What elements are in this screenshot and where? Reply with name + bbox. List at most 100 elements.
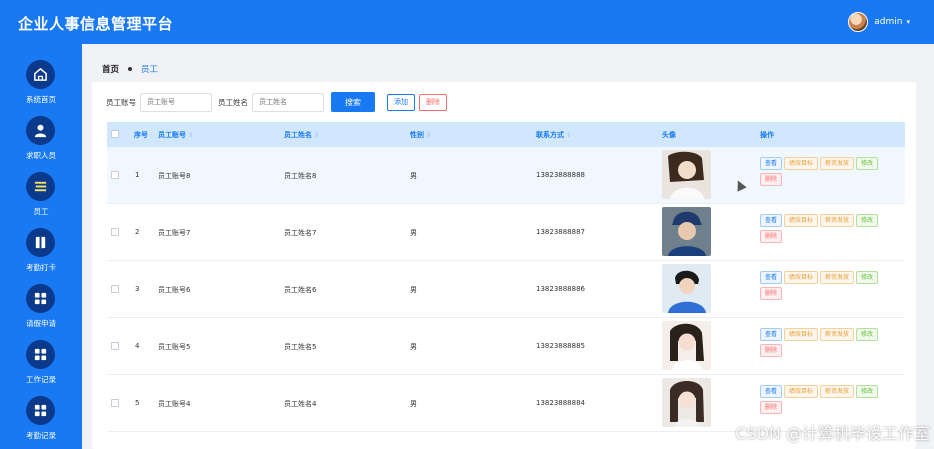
cell-name: 员工姓名7 xyxy=(284,229,317,237)
cell-name: 员工姓名6 xyxy=(284,286,317,294)
row-actions: 查看 绩效目标 薪资发放 修改 删除 xyxy=(760,214,910,246)
cell-gender: 男 xyxy=(410,229,417,237)
table-row[interactable]: 2 员工账号7 员工姓名7 男 13823888887 查看 绩效目标 薪资发放 修改… xyxy=(107,204,905,261)
view-button[interactable]: 查看 xyxy=(760,385,783,398)
cell-phone: 13823888887 xyxy=(536,228,585,236)
sidebar-item-attendance-checkin[interactable]: 考勤打卡 xyxy=(0,222,82,278)
grid-icon xyxy=(34,292,47,305)
cell-gender: 男 xyxy=(410,286,417,294)
salary-payment-button[interactable]: 薪资发放 xyxy=(820,385,855,398)
delete-button[interactable]: 删除 xyxy=(760,344,783,357)
employee-photo xyxy=(662,378,711,427)
user-menu[interactable]: admin ▾ xyxy=(848,12,910,32)
sidebar-item-attendance-record[interactable]: 考勤记录 xyxy=(0,390,82,446)
view-button[interactable]: 查看 xyxy=(760,214,783,227)
sort-icon: ⇕ xyxy=(426,132,432,139)
sidebar-item-employee[interactable]: 员工 xyxy=(0,166,82,222)
cell-index: 1 xyxy=(135,171,140,179)
row-checkbox[interactable] xyxy=(111,399,119,407)
row-checkbox[interactable] xyxy=(111,342,119,350)
add-button[interactable]: 添加 xyxy=(387,93,415,111)
select-all-checkbox[interactable] xyxy=(111,130,119,138)
cell-index: 4 xyxy=(135,342,140,350)
home-icon xyxy=(34,68,47,81)
header-account[interactable]: 员工账号 ⇕ xyxy=(158,130,193,140)
sidebar-item-label: 员工 xyxy=(33,207,49,216)
delete-button[interactable]: 删除 xyxy=(760,401,783,414)
row-actions: 查看 绩效目标 薪资发放 修改 删除 xyxy=(760,385,910,417)
performance-goal-button[interactable]: 绩效目标 xyxy=(784,271,819,284)
edit-button[interactable]: 修改 xyxy=(856,214,879,227)
edit-button[interactable]: 修改 xyxy=(856,157,879,170)
main-content: 首页 员工 员工账号 员工姓名 搜索 添加 删除 序号 员工账号⇕ 员工姓名⇕ … xyxy=(92,52,918,449)
search-button[interactable]: 搜索 xyxy=(331,92,375,112)
row-checkbox[interactable] xyxy=(111,285,119,293)
grid-icon xyxy=(34,348,47,361)
edit-button[interactable]: 修改 xyxy=(856,328,879,341)
table-row[interactable]: 4 员工账号5 员工姓名5 男 13823888885 查看 绩效目标 薪资发放 修改… xyxy=(107,318,905,375)
sidebar-item-job-seekers[interactable]: 求职人员 xyxy=(0,110,82,166)
header-actions: 操作 xyxy=(760,131,774,139)
chevron-down-icon: ▾ xyxy=(906,18,910,26)
breadcrumb-home[interactable]: 首页 xyxy=(102,63,119,75)
header-gender[interactable]: 性别 ⇕ xyxy=(410,130,431,140)
row-actions: 查看 绩效目标 薪资发放 修改 删除 xyxy=(760,328,910,360)
sidebar-item-home[interactable]: 系统首页 xyxy=(0,54,82,110)
header-avatar: 头像 xyxy=(662,131,676,139)
delete-button[interactable]: 删除 xyxy=(760,230,783,243)
cell-index: 3 xyxy=(135,285,140,293)
cell-name: 员工姓名4 xyxy=(284,400,317,408)
view-button[interactable]: 查看 xyxy=(760,157,783,170)
header-name[interactable]: 员工姓名 ⇕ xyxy=(284,130,319,140)
cell-account: 员工账号7 xyxy=(158,229,191,237)
table-header: 序号 员工账号 ⇕ 员工姓名 ⇕ 性别 ⇕ 联系方式 ⇕ 头像 操作 xyxy=(107,122,905,147)
row-actions: 查看 绩效目标 薪资发放 修改 删除 xyxy=(760,157,910,189)
account-search-input[interactable] xyxy=(140,92,212,112)
breadcrumb-separator xyxy=(128,67,133,71)
sidebar: 系统首页 求职人员 员工 考勤打卡 请假申请 工作记录 考勤记录 xyxy=(0,44,82,449)
view-button[interactable]: 查看 xyxy=(760,328,783,341)
sidebar-item-label: 求职人员 xyxy=(26,151,56,160)
salary-payment-button[interactable]: 薪资发放 xyxy=(820,157,855,170)
cell-account: 员工账号4 xyxy=(158,400,191,408)
performance-goal-button[interactable]: 绩效目标 xyxy=(784,157,819,170)
cell-index: 2 xyxy=(135,228,140,236)
table-row[interactable]: 1 员工账号8 员工姓名8 男 13823888888 查看 绩效目标 薪资发放 修改… xyxy=(107,147,905,204)
sidebar-item-label: 工作记录 xyxy=(26,375,56,384)
salary-payment-button[interactable]: 薪资发放 xyxy=(820,271,855,284)
cell-phone: 13823888886 xyxy=(536,285,585,293)
header-phone[interactable]: 联系方式 ⇕ xyxy=(536,130,571,140)
top-bar: 企业人事信息管理平台 admin ▾ xyxy=(0,0,934,44)
delete-button[interactable]: 删除 xyxy=(760,173,783,186)
cell-name: 员工姓名8 xyxy=(284,172,317,180)
sidebar-item-leave-request[interactable]: 请假申请 xyxy=(0,278,82,334)
book-icon xyxy=(35,236,46,249)
employee-photo xyxy=(662,264,711,313)
performance-goal-button[interactable]: 绩效目标 xyxy=(784,328,819,341)
edit-button[interactable]: 修改 xyxy=(856,271,879,284)
performance-goal-button[interactable]: 绩效目标 xyxy=(784,214,819,227)
name-search-input[interactable] xyxy=(252,92,324,112)
delete-button[interactable]: 删除 xyxy=(760,287,783,300)
salary-payment-button[interactable]: 薪资发放 xyxy=(820,328,855,341)
performance-goal-button[interactable]: 绩效目标 xyxy=(784,385,819,398)
employee-photo xyxy=(662,321,711,370)
sidebar-item-label: 考勤记录 xyxy=(26,431,56,440)
name-label: 员工姓名 xyxy=(218,97,248,107)
breadcrumb: 首页 员工 xyxy=(102,63,158,75)
cell-gender: 男 xyxy=(410,172,417,180)
row-checkbox[interactable] xyxy=(111,171,119,179)
username: admin xyxy=(874,17,903,27)
breadcrumb-current: 员工 xyxy=(141,65,159,75)
cell-account: 员工账号6 xyxy=(158,286,191,294)
table-row[interactable]: 3 员工账号6 员工姓名6 男 13823888886 查看 绩效目标 薪资发放 修改… xyxy=(107,261,905,318)
view-button[interactable]: 查看 xyxy=(760,271,783,284)
salary-payment-button[interactable]: 薪资发放 xyxy=(820,214,855,227)
sidebar-item-work-record[interactable]: 工作记录 xyxy=(0,334,82,390)
batch-delete-button[interactable]: 删除 xyxy=(419,93,447,111)
row-checkbox[interactable] xyxy=(111,228,119,236)
row-actions: 查看 绩效目标 薪资发放 修改 删除 xyxy=(760,271,910,303)
edit-button[interactable]: 修改 xyxy=(856,385,879,398)
cell-name: 员工姓名5 xyxy=(284,343,317,351)
cell-gender: 男 xyxy=(410,400,417,408)
